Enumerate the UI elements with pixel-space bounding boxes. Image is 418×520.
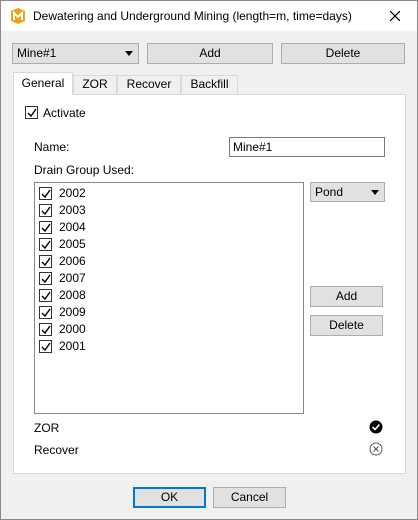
ok-button[interactable]: OK [133,487,206,508]
tab-backfill-label: Backfill [190,77,229,91]
drain-group-label-text: 2001 [59,339,86,353]
tab-recover-label: Recover [126,77,172,91]
delete-drain-group-button[interactable]: Delete [310,315,383,336]
drain-group-checkbox[interactable] [39,340,52,353]
drain-group-checkbox[interactable] [39,238,52,251]
drain-group-checkbox[interactable] [39,204,52,217]
m-logo-icon [11,8,25,24]
activate-label: Activate [43,106,86,120]
checkmark-icon [41,223,51,233]
delete-mine-button[interactable]: Delete [281,43,405,64]
cancel-button[interactable]: Cancel [213,487,286,508]
drain-group-checkbox[interactable] [39,272,52,285]
drain-group-label: Drain Group Used: [34,163,135,177]
drain-group-checkbox[interactable] [39,255,52,268]
tab-zor[interactable]: ZOR [73,75,117,94]
general-tab-panel: Activate Name: Mine#1 Drain Group Used: … [13,94,406,474]
drain-group-checkbox[interactable] [39,306,52,319]
checkmark-icon [41,308,51,318]
drain-group-label-text: 2008 [59,288,86,302]
chevron-down-icon [125,51,133,56]
add-mine-button[interactable]: Add [147,43,273,64]
close-button[interactable] [373,1,417,31]
tab-backfill[interactable]: Backfill [181,75,238,94]
checkmark-icon [41,325,51,335]
drain-group-label-text: 2005 [59,237,86,251]
recover-label: Recover [34,443,79,457]
title-bar: Dewatering and Underground Mining (lengt… [1,1,417,31]
name-field-value: Mine#1 [233,140,273,154]
group-type-select-value: Pond [315,185,344,199]
checkmark-icon [41,274,51,284]
checkmark-icon [41,342,51,352]
checkmark-icon [27,108,37,118]
mine-select[interactable]: Mine#1 [12,43,139,64]
drain-group-label-text: 2003 [59,203,86,217]
add-drain-group-button[interactable]: Add [310,286,383,307]
checkmark-icon [41,291,51,301]
drain-group-checkbox[interactable] [39,323,52,336]
drain-group-label-text: 2000 [59,322,86,336]
mine-select-value: Mine#1 [17,46,57,60]
drain-group-checkbox[interactable] [39,221,52,234]
checkmark-icon [41,206,51,216]
group-type-select[interactable]: Pond [310,182,385,202]
tab-recover[interactable]: Recover [117,75,181,94]
drain-group-checkbox[interactable] [39,289,52,302]
drain-group-label-text: 2004 [59,220,86,234]
x-circle-icon [369,442,383,459]
tab-general[interactable]: General [13,72,73,95]
close-icon [390,11,400,21]
checkmark-icon [41,189,51,199]
activate-checkbox[interactable] [25,106,38,119]
tab-general-label: General [21,76,65,90]
drain-group-label-text: 2006 [59,254,86,268]
window-title: Dewatering and Underground Mining (lengt… [33,9,352,23]
drain-group-label-text: 2009 [59,305,86,319]
drain-group-list[interactable]: 2002 2003 2004 2005 2006 2007 2008 2009 … [34,182,304,414]
drain-group-checkbox[interactable] [39,187,52,200]
checkmark-icon [41,240,51,250]
chevron-down-icon [371,190,379,195]
dialog-window: Dewatering and Underground Mining (lengt… [0,0,418,520]
check-circle-icon [369,420,383,437]
drain-group-label-text: 2007 [59,271,86,285]
checkmark-icon [41,257,51,267]
name-field[interactable]: Mine#1 [229,137,385,157]
name-label: Name: [34,140,70,154]
drain-group-label-text: 2002 [59,186,86,200]
zor-label: ZOR [34,421,60,435]
tab-zor-label: ZOR [82,77,108,91]
